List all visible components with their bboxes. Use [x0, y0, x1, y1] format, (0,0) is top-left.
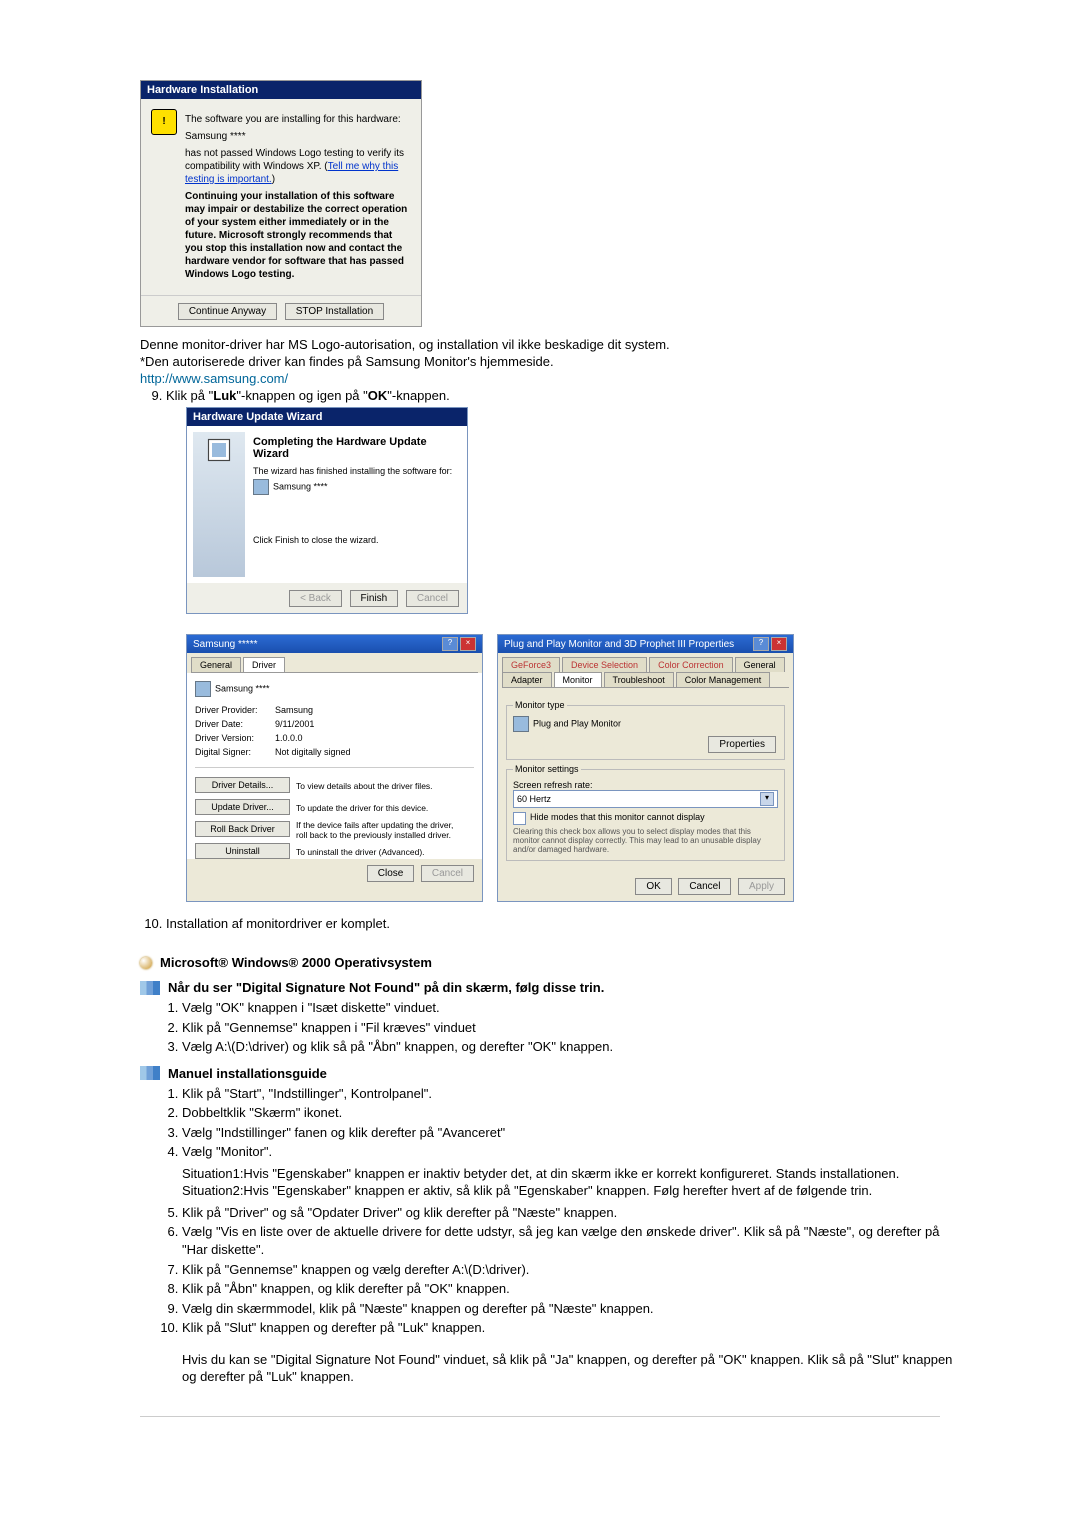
- continue-anyway-button[interactable]: Continue Anyway: [178, 303, 277, 320]
- situation2: Situation2:Hvis "Egenskaber" knappen er …: [182, 1182, 960, 1200]
- wizard-device: Samsung ****: [273, 481, 328, 491]
- manual-9: Vælg din skærmmodel, klik på "Næste" kna…: [182, 1300, 960, 1318]
- cancel-button[interactable]: Cancel: [406, 590, 459, 607]
- refresh-select[interactable]: 60 Hertz ▾: [513, 790, 778, 808]
- sigA-3: Vælg A:\(D:\driver) og klik så på "Åbn" …: [182, 1038, 960, 1056]
- hw-install-device: Samsung ****: [185, 130, 411, 143]
- close-icon[interactable]: ×: [460, 637, 476, 651]
- driver-details-button[interactable]: Driver Details...: [195, 777, 290, 793]
- para-logo-auth: Denne monitor-driver har MS Logo-autoris…: [140, 337, 960, 352]
- tab-geforce[interactable]: GeForce3: [502, 657, 560, 672]
- hw-update-wizard: Hardware Update Wizard Completing the Ha…: [186, 407, 468, 614]
- apply-button[interactable]: Apply: [738, 878, 785, 895]
- footer-paragraph: Hvis du kan se "Digital Signature Not Fo…: [182, 1351, 960, 1386]
- manual-3: Vælg "Indstillinger" fanen og klik deref…: [182, 1124, 960, 1142]
- manual-1: Klik på "Start", "Indstillinger", Kontro…: [182, 1085, 960, 1103]
- update-driver-button[interactable]: Update Driver...: [195, 799, 290, 815]
- monset-legend: Monitor settings: [513, 764, 581, 774]
- chevron-down-icon[interactable]: ▾: [760, 792, 774, 806]
- wizard-title: Hardware Update Wizard: [187, 408, 467, 426]
- refresh-label: Screen refresh rate:: [513, 780, 778, 790]
- step-10: Installation af monitordriver er komplet…: [166, 916, 960, 931]
- drv-device: Samsung ****: [215, 683, 270, 693]
- montype: Plug and Play Monitor: [533, 718, 621, 728]
- warning-icon: !: [151, 109, 177, 135]
- step-9: Klik på "Luk"-knappen og igen på "OK"-kn…: [166, 388, 960, 902]
- driver-prop-dialog: Samsung ***** ? × General Driver Samsung…: [186, 634, 483, 902]
- help-icon[interactable]: ?: [442, 637, 458, 651]
- hw-install-warning: Continuing your installation of this sof…: [185, 190, 411, 281]
- tab-monitor[interactable]: Monitor: [554, 672, 602, 687]
- tab-color-mgmt[interactable]: Color Management: [676, 672, 771, 687]
- help-icon[interactable]: ?: [753, 637, 769, 651]
- driver-prop-title: Samsung *****: [193, 639, 257, 650]
- pnp-prop-dialog: Plug and Play Monitor and 3D Prophet III…: [497, 634, 794, 902]
- sigA-2: Klik på "Gennemse" knappen i "Fil kræves…: [182, 1019, 960, 1037]
- pnp-title: Plug and Play Monitor and 3D Prophet III…: [504, 639, 734, 650]
- tab-general[interactable]: General: [191, 657, 241, 672]
- monitor-icon: [253, 479, 269, 495]
- drv-version: 1.0.0.0: [275, 733, 303, 743]
- monitor-icon: [513, 716, 529, 732]
- hide-modes-label: Hide modes that this monitor cannot disp…: [530, 812, 705, 822]
- properties-button[interactable]: Properties: [708, 736, 776, 753]
- tab-general[interactable]: General: [735, 657, 785, 672]
- monitor-icon: [195, 681, 211, 697]
- montype-legend: Monitor type: [513, 700, 567, 710]
- close-button[interactable]: Close: [367, 865, 415, 882]
- tab-driver[interactable]: Driver: [243, 657, 285, 672]
- stop-installation-button[interactable]: STOP Installation: [285, 303, 384, 320]
- manual-4: Vælg "Monitor".: [182, 1143, 960, 1161]
- bullet-icon: [140, 957, 152, 969]
- manual-6: Vælg "Vis en liste over de aktuelle driv…: [182, 1223, 960, 1258]
- wizard-line1: The wizard has finished installing the s…: [253, 466, 453, 476]
- manual-2: Dobbeltklik "Skærm" ikonet.: [182, 1104, 960, 1122]
- hw-install-line1: The software you are installing for this…: [185, 113, 411, 126]
- manual-8: Klik på "Åbn" knappen, og klik derefter …: [182, 1280, 960, 1298]
- drv-date: 9/11/2001: [275, 719, 314, 729]
- hardware-icon: [205, 436, 233, 464]
- divider: [140, 1416, 940, 1417]
- close-icon[interactable]: ×: [771, 637, 787, 651]
- situation1: Situation1:Hvis "Egenskaber" knappen er …: [182, 1165, 960, 1183]
- drv-provider: Samsung: [275, 705, 313, 715]
- rollback-driver-button[interactable]: Roll Back Driver: [195, 821, 290, 837]
- wizard-heading: Completing the Hardware Update Wizard: [253, 436, 453, 460]
- hw-install-logo: has not passed Windows Logo testing to v…: [185, 147, 411, 186]
- sig-not-found-heading: Når du ser "Digital Signature Not Found"…: [140, 980, 960, 995]
- tab-color-correction[interactable]: Color Correction: [649, 657, 733, 672]
- steps-icon: [140, 1066, 160, 1080]
- win2000-heading: Microsoft® Windows® 2000 Operativsystem: [140, 955, 960, 970]
- manual-heading: Manuel installationsguide: [140, 1066, 960, 1081]
- cancel-button[interactable]: Cancel: [678, 878, 731, 895]
- sigA-1: Vælg "OK" knappen i "Isæt diskette" vind…: [182, 999, 960, 1017]
- hide-modes-note: Clearing this check box allows you to se…: [513, 827, 778, 854]
- para-authorized: *Den autoriserede driver kan findes på S…: [140, 354, 960, 369]
- manual-5: Klik på "Driver" og så "Opdater Driver" …: [182, 1204, 960, 1222]
- wizard-side-graphic: [193, 432, 245, 577]
- samsung-link[interactable]: http://www.samsung.com/: [140, 371, 288, 386]
- hw-install-title: Hardware Installation: [141, 81, 421, 99]
- drv-signer: Not digitally signed: [275, 747, 351, 757]
- manual-7: Klik på "Gennemse" knappen og vælg deref…: [182, 1261, 960, 1279]
- back-button[interactable]: < Back: [289, 590, 342, 607]
- ok-button[interactable]: OK: [635, 878, 671, 895]
- hw-install-dialog: Hardware Installation ! The software you…: [140, 80, 422, 327]
- tab-adapter[interactable]: Adapter: [502, 672, 552, 687]
- tab-device-selection[interactable]: Device Selection: [562, 657, 647, 672]
- hide-modes-checkbox[interactable]: [513, 812, 526, 825]
- steps-icon: [140, 981, 160, 995]
- wizard-line2: Click Finish to close the wizard.: [253, 535, 453, 545]
- cancel-button[interactable]: Cancel: [421, 865, 474, 882]
- finish-button[interactable]: Finish: [350, 590, 399, 607]
- tab-troubleshoot[interactable]: Troubleshoot: [604, 672, 674, 687]
- uninstall-button[interactable]: Uninstall: [195, 843, 290, 859]
- manual-10: Klik på "Slut" knappen og derefter på "L…: [182, 1319, 960, 1337]
